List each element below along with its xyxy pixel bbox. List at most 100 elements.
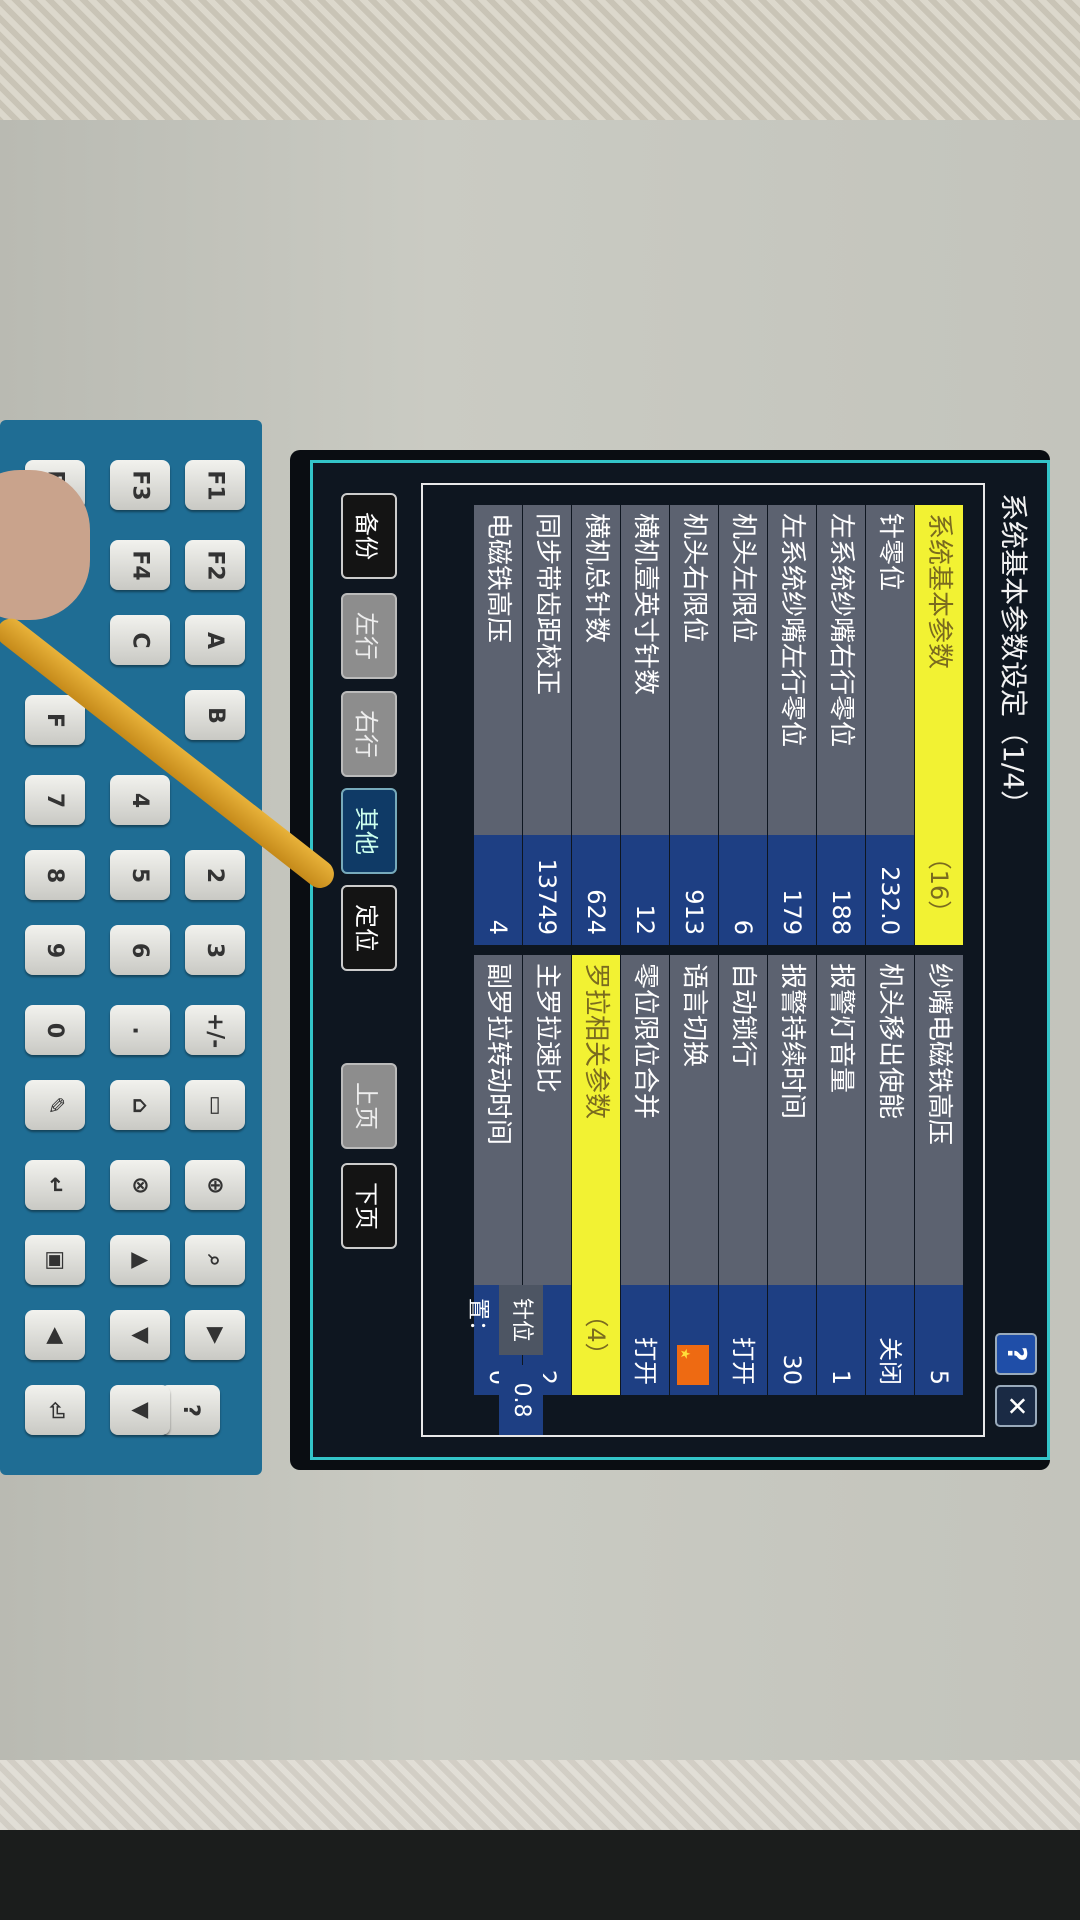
param-label: 电磁铁高压 <box>474 505 522 835</box>
needle-position-label: 针位置： <box>465 1285 543 1355</box>
param-value: 12 <box>621 835 669 945</box>
arrow-down-double-icon[interactable]: ▼ <box>110 1310 170 1360</box>
table-row[interactable]: 机头右限位 913 <box>670 505 718 945</box>
param-value: 关闭 <box>866 1285 914 1395</box>
pu-icon[interactable]: ⊕ <box>185 1160 245 1210</box>
foam-bottom <box>0 1760 1080 1830</box>
table-row[interactable]: 针零位 232.0 <box>866 505 914 945</box>
arrow-right-icon[interactable]: ▶ <box>185 1310 245 1360</box>
locate-button[interactable]: 定位 <box>341 885 397 971</box>
param-value: （16） <box>915 835 963 945</box>
right-parameter-table: 纱嘴电磁铁高压 5 机头移出使能 关闭 报警灯音量 1 报警持续时间 30 自动锁行 打开… <box>473 955 963 1395</box>
table-row[interactable]: 电磁铁高压 4 <box>474 505 522 945</box>
table-row[interactable]: 系统基本参数 （16） <box>915 505 963 945</box>
param-label: 机头左限位 <box>719 505 767 835</box>
param-value: 打开 <box>719 1285 767 1395</box>
right-row-button[interactable]: 右行 <box>341 691 397 777</box>
table-row[interactable]: 报警持续时间 30 <box>768 955 816 1395</box>
param-value: 13749 <box>523 835 571 945</box>
enter-icon[interactable]: ⏎ <box>25 1385 85 1435</box>
table-row[interactable]: 横机总针数 624 <box>572 505 620 945</box>
param-value: 4 <box>474 835 522 945</box>
home-icon[interactable]: ⌂ <box>110 1080 170 1130</box>
help-button[interactable]: ? <box>995 1333 1037 1375</box>
table-row[interactable]: 语言切换 <box>670 955 718 1395</box>
table-row[interactable]: 报警灯音量 1 <box>817 955 865 1395</box>
pd-icon[interactable]: ⊗ <box>110 1160 170 1210</box>
key-f1[interactable]: F1 <box>185 460 245 510</box>
param-label: 罗拉相关参数 <box>572 955 620 1285</box>
table-row[interactable]: 纱嘴电磁铁高压 5 <box>915 955 963 1395</box>
left-row-button[interactable]: 左行 <box>341 593 397 679</box>
param-label: 系统基本参数 <box>915 505 963 835</box>
param-value: 179 <box>768 835 816 945</box>
param-label: 左系统纱嘴左行零位 <box>768 505 816 835</box>
table-row[interactable]: 横机壹英寸针数 12 <box>621 505 669 945</box>
key-3[interactable]: 3 <box>185 925 245 975</box>
backup-button[interactable]: 备份 <box>341 493 397 579</box>
param-value: 232.0 <box>866 835 914 945</box>
key-5[interactable]: 5 <box>110 850 170 900</box>
screen-bezel: 系统基本参数设定（1/4） ? ✕ 系统基本参数 （16） 针零位 232.0 左系… <box>290 450 1050 1470</box>
arrow-up-icon[interactable]: ▲ <box>110 1235 170 1285</box>
param-value: 打开 <box>621 1285 669 1395</box>
param-value: 6 <box>719 835 767 945</box>
table-row[interactable]: 零位限位合并 打开 <box>621 955 669 1395</box>
table-row[interactable]: 机头左限位 6 <box>719 505 767 945</box>
param-label: 针零位 <box>866 505 914 835</box>
table-row[interactable]: 左系统纱嘴右行零位 188 <box>817 505 865 945</box>
key-f4[interactable]: F4 <box>110 540 170 590</box>
table-row[interactable]: 同步带齿距校正 13749 <box>523 505 571 945</box>
key-0[interactable]: 0 <box>25 1005 85 1055</box>
param-label: 自动锁行 <box>719 955 767 1285</box>
key-9[interactable]: 9 <box>25 925 85 975</box>
table-row[interactable]: 机头移出使能 关闭 <box>866 955 914 1395</box>
key-8[interactable]: 8 <box>25 850 85 900</box>
param-value: （4） <box>572 1285 620 1395</box>
param-value: 188 <box>817 835 865 945</box>
key-b[interactable]: B <box>185 690 245 740</box>
param-value: 5 <box>915 1285 963 1395</box>
key-6[interactable]: 6 <box>110 925 170 975</box>
next-page-button[interactable]: 下页 <box>341 1163 397 1249</box>
key-dot[interactable]: . <box>110 1005 170 1055</box>
close-button[interactable]: ✕ <box>995 1385 1037 1427</box>
param-label: 主罗拉速比 <box>523 955 571 1285</box>
key-a[interactable]: A <box>185 615 245 665</box>
key-c[interactable]: C <box>110 615 170 665</box>
param-value: 624 <box>572 835 620 945</box>
param-value: 30 <box>768 1285 816 1395</box>
table-row[interactable]: 罗拉相关参数 （4） <box>572 955 620 1395</box>
other-button[interactable]: 其他 <box>341 788 397 874</box>
table-row[interactable]: 自动锁行 打开 <box>719 955 767 1395</box>
key-f2[interactable]: F2 <box>185 540 245 590</box>
key-plus-minus[interactable]: +/- <box>185 1005 245 1055</box>
param-label: 横机壹英寸针数 <box>621 505 669 835</box>
needle-position-value: 0.8 <box>499 1365 543 1435</box>
prev-page-button[interactable]: 上页 <box>341 1063 397 1149</box>
china-flag-icon <box>677 1345 709 1385</box>
page-title: 系统基本参数设定（1/4） <box>997 493 1030 819</box>
menu-icon[interactable]: ▭ <box>185 1080 245 1130</box>
key-f[interactable]: F <box>25 695 85 745</box>
key-4[interactable]: 4 <box>110 775 170 825</box>
param-label: 零位限位合并 <box>621 955 669 1285</box>
param-label: 机头右限位 <box>670 505 718 835</box>
arrow-down-icon[interactable]: ▼ <box>110 1385 170 1435</box>
save-icon[interactable]: ▣ <box>25 1235 85 1285</box>
param-label: 横机总针数 <box>572 505 620 835</box>
finger <box>0 470 90 620</box>
backspace-icon[interactable]: ↵ <box>25 1160 85 1210</box>
param-label: 同步带齿距校正 <box>523 505 571 835</box>
magnifier-icon[interactable]: ⌕ <box>185 1235 245 1285</box>
key-f3[interactable]: F3 <box>110 460 170 510</box>
table-row[interactable]: 左系统纱嘴左行零位 179 <box>768 505 816 945</box>
arrow-left-icon[interactable]: ◀ <box>25 1310 85 1360</box>
edit-icon[interactable]: ✎ <box>25 1080 85 1130</box>
param-label: 机头移出使能 <box>866 955 914 1285</box>
param-value <box>670 1285 718 1395</box>
key-7[interactable]: 7 <box>25 775 85 825</box>
key-2[interactable]: 2 <box>185 850 245 900</box>
parameter-frame: 系统基本参数 （16） 针零位 232.0 左系统纱嘴右行零位 188 左系统纱嘴左行… <box>421 483 985 1437</box>
param-value: 913 <box>670 835 718 945</box>
